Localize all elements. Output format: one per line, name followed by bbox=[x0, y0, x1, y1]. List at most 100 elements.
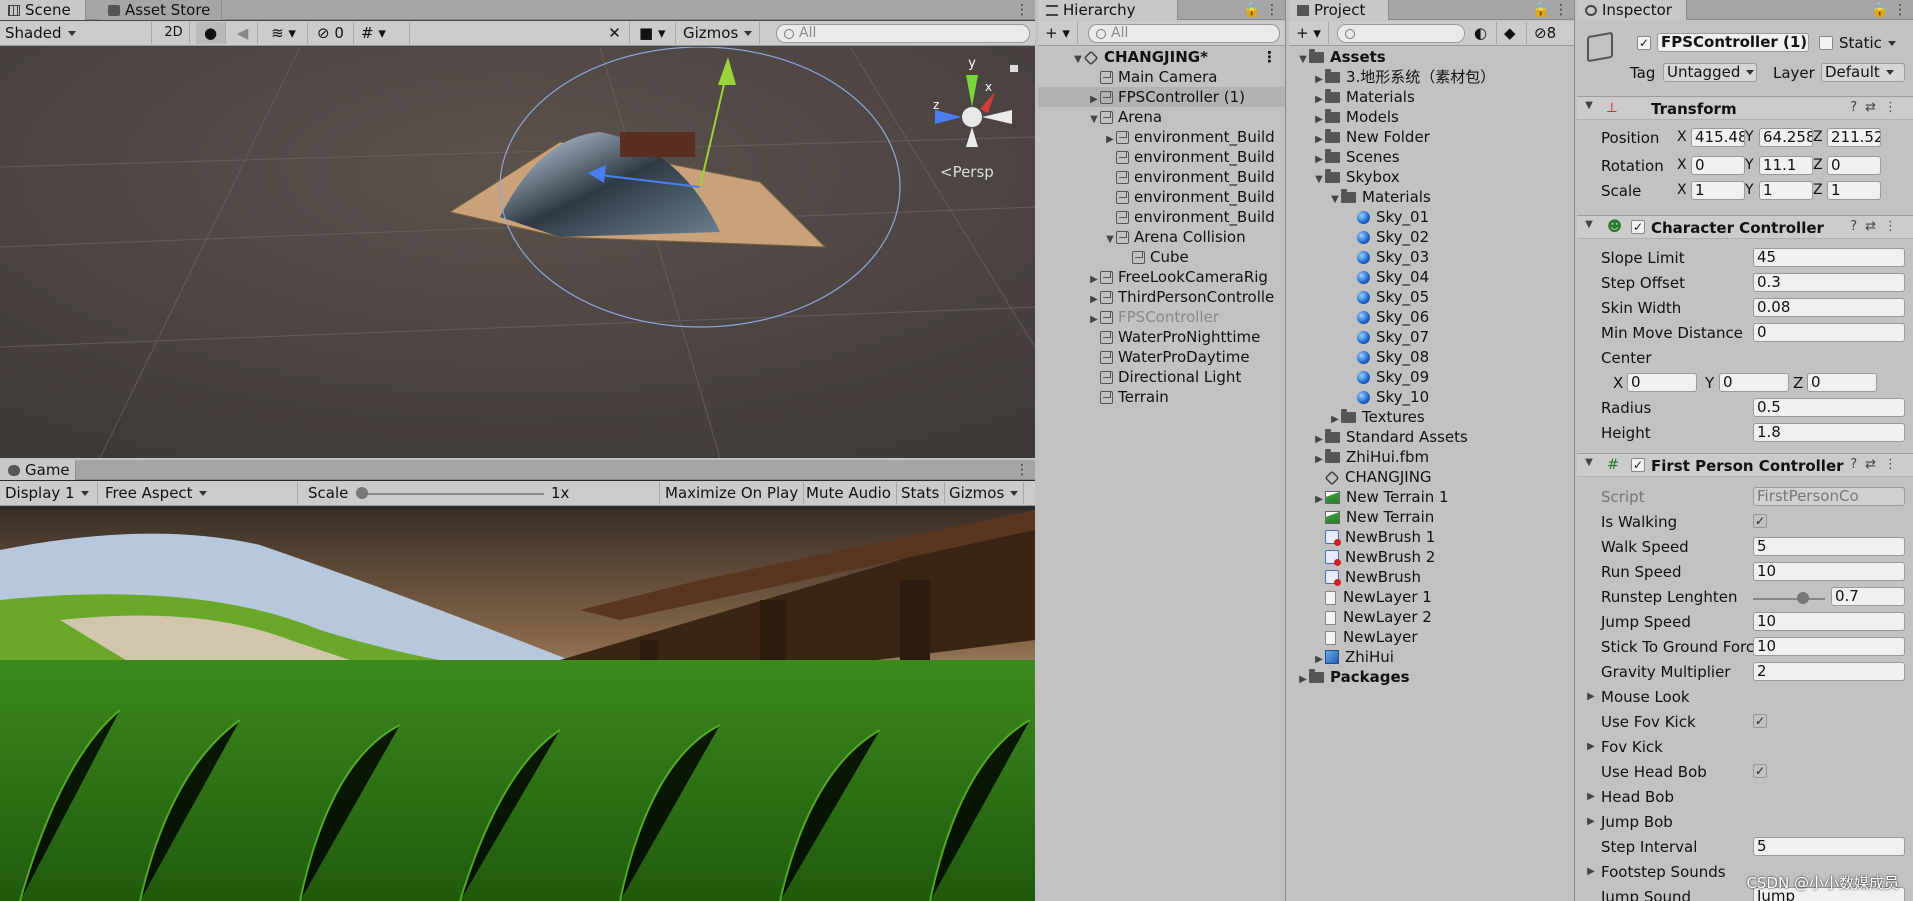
hierarchy-item[interactable]: ▶ FreeLookCameraRig bbox=[1038, 267, 1285, 287]
project-item[interactable]: ▶ Standard Assets bbox=[1289, 427, 1574, 447]
tab-project[interactable]: Project bbox=[1289, 0, 1389, 20]
project-item[interactable]: Sky_05 bbox=[1289, 287, 1574, 307]
hierarchy-item[interactable]: WaterProDaytime bbox=[1038, 347, 1285, 367]
foldout-arrow-icon[interactable]: ▶ bbox=[1585, 691, 1597, 702]
scene-menu-icon[interactable]: ⋮ bbox=[1262, 47, 1277, 67]
hierarchy-item[interactable]: WaterProNighttime bbox=[1038, 327, 1285, 347]
scene-gizmos-dropdown[interactable]: Gizmos bbox=[678, 22, 760, 44]
scene-search-input[interactable]: All bbox=[776, 24, 1030, 43]
grid-toggle-icon[interactable]: # ▾ bbox=[356, 22, 410, 44]
foldout-arrow-icon[interactable]: ▶ bbox=[1585, 741, 1597, 752]
hierarchy-item[interactable]: Terrain bbox=[1038, 387, 1285, 407]
project-item[interactable]: NewBrush 1 bbox=[1289, 527, 1574, 547]
project-item[interactable]: ▶ 3.地形系统（素材包） bbox=[1289, 67, 1574, 87]
foldout-arrow-icon[interactable]: ▶ bbox=[1585, 816, 1597, 827]
project-item[interactable]: Sky_03 bbox=[1289, 247, 1574, 267]
project-item[interactable]: Sky_10 bbox=[1289, 387, 1574, 407]
static-checkbox[interactable] bbox=[1819, 36, 1833, 50]
display-dropdown[interactable]: Display 1 bbox=[0, 482, 98, 504]
fps-controller-header[interactable]: ▼ # ✓ First Person Controller ?⇄⋮ bbox=[1577, 453, 1913, 477]
foldout-arrow-icon[interactable]: ▼ bbox=[1583, 219, 1595, 230]
project-item[interactable]: Sky_06 bbox=[1289, 307, 1574, 327]
project-item[interactable]: NewLayer bbox=[1289, 627, 1574, 647]
maximize-on-play-button[interactable]: Maximize On Play bbox=[659, 482, 805, 504]
tab-asset-store[interactable]: Asset Store bbox=[100, 0, 222, 20]
foldout-arrow-icon[interactable]: ▼ bbox=[1583, 100, 1595, 111]
project-item[interactable]: New Terrain bbox=[1289, 507, 1574, 527]
component-header-icons[interactable]: ?⇄⋮ bbox=[1850, 219, 1905, 234]
position-x-field[interactable]: 415.48 bbox=[1691, 128, 1745, 147]
game-menu-icon[interactable]: ⋮ bbox=[1015, 460, 1029, 480]
foldout-arrow-icon[interactable]: ▶ bbox=[1297, 670, 1309, 690]
project-item[interactable]: ▼ Skybox bbox=[1289, 167, 1574, 187]
filter-type-icon[interactable]: ◐ bbox=[1469, 22, 1497, 44]
cc-field-0[interactable]: 45 bbox=[1753, 248, 1905, 267]
runstep-slider-track[interactable] bbox=[1753, 598, 1825, 600]
hierarchy-item[interactable]: ▼ CHANGJING* ⋮ bbox=[1038, 47, 1285, 67]
rotation-y-field[interactable]: 11.1 bbox=[1759, 156, 1813, 175]
hierarchy-item[interactable]: environment_Build bbox=[1038, 167, 1285, 187]
scale-x-field[interactable]: 1 bbox=[1691, 181, 1745, 200]
is-walking-checkbox[interactable]: ✓ bbox=[1753, 514, 1767, 528]
hierarchy-item[interactable]: ▼ Arena bbox=[1038, 107, 1285, 127]
scale-slider-track[interactable] bbox=[360, 493, 544, 495]
project-item[interactable]: NewBrush bbox=[1289, 567, 1574, 587]
project-item[interactable]: NewBrush 2 bbox=[1289, 547, 1574, 567]
center-x-field[interactable]: 0 bbox=[1627, 373, 1697, 392]
jump-speed-field[interactable]: 10 bbox=[1753, 612, 1905, 631]
effects-toggle-icon[interactable]: ≋ ▾ bbox=[260, 22, 308, 44]
gravity-field[interactable]: 2 bbox=[1753, 662, 1905, 681]
foldout-arrow-icon[interactable]: ▼ bbox=[1583, 457, 1595, 468]
project-item[interactable]: ▼ Assets bbox=[1289, 47, 1574, 67]
project-item[interactable]: ▶ ZhiHui bbox=[1289, 647, 1574, 667]
hierarchy-item[interactable]: environment_Build bbox=[1038, 147, 1285, 167]
center-z-field[interactable]: 0 bbox=[1807, 373, 1877, 392]
radius-field[interactable]: 0.5 bbox=[1753, 398, 1905, 417]
character-controller-enabled-checkbox[interactable]: ✓ bbox=[1631, 220, 1645, 234]
fps-controller-enabled-checkbox[interactable]: ✓ bbox=[1631, 458, 1645, 472]
hierarchy-item[interactable]: ▶ FPSController bbox=[1038, 307, 1285, 327]
project-item[interactable]: ▼ Materials bbox=[1289, 187, 1574, 207]
use-head-bob-checkbox[interactable]: ✓ bbox=[1753, 764, 1767, 778]
foldout-arrow-icon[interactable]: ▶ bbox=[1585, 866, 1597, 877]
project-item[interactable]: ▶ Materials bbox=[1289, 87, 1574, 107]
project-item[interactable]: ▶ New Terrain 1 bbox=[1289, 487, 1574, 507]
character-controller-header[interactable]: ▼ ☻ ✓ Character Controller ?⇄⋮ bbox=[1577, 215, 1913, 239]
hierarchy-item[interactable]: Main Camera bbox=[1038, 67, 1285, 87]
rotation-z-field[interactable]: 0 bbox=[1827, 156, 1881, 175]
walk-speed-field[interactable]: 5 bbox=[1753, 537, 1905, 556]
static-dropdown[interactable]: Static bbox=[1839, 34, 1896, 52]
runstep-field[interactable]: 0.7 bbox=[1831, 587, 1905, 606]
projection-label[interactable]: <Persp bbox=[940, 163, 994, 181]
scale-z-field[interactable]: 1 bbox=[1827, 181, 1881, 200]
stats-button[interactable]: Stats bbox=[896, 482, 946, 504]
script-field[interactable]: FirstPersonCo bbox=[1753, 487, 1905, 506]
project-item[interactable]: Sky_08 bbox=[1289, 347, 1574, 367]
project-item[interactable]: CHANGJING bbox=[1289, 467, 1574, 487]
tab-hierarchy[interactable]: Hierarchy bbox=[1038, 0, 1178, 20]
foldout-arrow-icon[interactable]: ▶ bbox=[1585, 791, 1597, 802]
project-item[interactable]: ▶ New Folder bbox=[1289, 127, 1574, 147]
transform-header[interactable]: ▼ ⟂ Transform ?⇄⋮ bbox=[1577, 96, 1913, 120]
component-header-icons[interactable]: ?⇄⋮ bbox=[1850, 100, 1905, 115]
use-fov-kick-checkbox[interactable]: ✓ bbox=[1753, 714, 1767, 728]
hierarchy-item[interactable]: Cube bbox=[1038, 247, 1285, 267]
layer-dropdown[interactable]: Default bbox=[1821, 63, 1905, 82]
rotation-x-field[interactable]: 0 bbox=[1691, 156, 1745, 175]
hierarchy-item[interactable]: environment_Build bbox=[1038, 207, 1285, 227]
cc-field-3[interactable]: 0 bbox=[1753, 323, 1905, 342]
inspector-menu-icon[interactable]: 🔒 ⋮ bbox=[1871, 0, 1907, 20]
hierarchy-menu-icon[interactable]: 🔒 ⋮ bbox=[1243, 0, 1279, 20]
mute-audio-button[interactable]: Mute Audio bbox=[801, 482, 897, 504]
scene-viewport[interactable]: y x z <Persp bbox=[0, 47, 1035, 458]
game-gizmos-dropdown[interactable]: Gizmos bbox=[944, 482, 1025, 504]
audio-toggle-icon[interactable]: ◀ bbox=[228, 22, 258, 44]
project-item[interactable]: NewLayer 2 bbox=[1289, 607, 1574, 627]
hierarchy-search-input[interactable]: All bbox=[1088, 24, 1280, 43]
position-y-field[interactable]: 64.258 bbox=[1759, 128, 1813, 147]
project-item[interactable]: NewLayer 1 bbox=[1289, 587, 1574, 607]
project-item[interactable]: Sky_01 bbox=[1289, 207, 1574, 227]
hierarchy-item[interactable]: Directional Light bbox=[1038, 367, 1285, 387]
hierarchy-item[interactable]: ▶ ThirdPersonControlle bbox=[1038, 287, 1285, 307]
scale-slider-thumb[interactable] bbox=[356, 487, 368, 499]
